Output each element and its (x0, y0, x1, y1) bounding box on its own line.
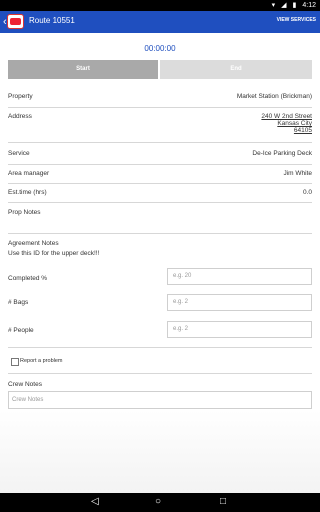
bags-input[interactable]: e.g. 2 (167, 294, 312, 311)
divider (8, 373, 312, 374)
status-bar: ▾ ◢ ▮ 4:12 (0, 0, 320, 11)
battery-icon: ▮ (292, 2, 297, 9)
prop-notes-label: Prop Notes (8, 209, 41, 216)
app-bar: ‹ Route 10551 VIEW SERVICES (0, 11, 320, 33)
back-triangle-icon[interactable]: ◁ (91, 496, 99, 508)
property-label: Property (8, 93, 33, 100)
divider (8, 202, 312, 203)
property-value: Market Station (Brickman) (236, 93, 312, 100)
est-time-value: 0.0 (302, 189, 312, 196)
start-end-controls: Start End (8, 60, 312, 79)
recents-square-icon[interactable]: □ (220, 496, 226, 508)
signal-icon: ◢ (281, 2, 287, 9)
completed-label: Completed % (8, 275, 48, 282)
area-manager-label: Area manager (8, 170, 50, 177)
content-background (0, 410, 320, 493)
view-services-button[interactable]: VIEW SERVICES (277, 17, 316, 23)
divider (8, 142, 312, 143)
divider (8, 347, 312, 348)
system-nav-bar: ◁ ○ □ (0, 493, 320, 512)
crew-notes-label: Crew Notes (8, 381, 42, 388)
status-time: 4:12 (302, 1, 316, 9)
agreement-notes-value: Use this ID for the upper deck!!! (8, 250, 100, 257)
service-label: Service (8, 150, 30, 157)
est-time-label: Est.time (hrs) (8, 189, 47, 196)
divider (8, 233, 312, 234)
bags-label: # Bags (8, 299, 29, 306)
wifi-icon: ▾ (271, 2, 276, 9)
divider (8, 107, 312, 108)
app-logo (7, 14, 24, 29)
address-link[interactable]: 240 W 2nd Street Kansas City 64105 (261, 113, 312, 134)
address-line-2: Kansas City (277, 120, 312, 127)
page-title: Route 10551 (29, 16, 75, 25)
divider (8, 183, 312, 184)
address-label: Address (8, 113, 32, 120)
agreement-notes-label: Agreement Notes (8, 240, 59, 247)
service-value: De-Ice Parking Deck (252, 150, 312, 157)
start-button[interactable]: Start (8, 60, 158, 79)
address-line-1: 240 W 2nd Street (261, 113, 312, 120)
divider (8, 164, 312, 165)
home-circle-icon[interactable]: ○ (155, 496, 161, 508)
report-problem-checkbox[interactable] (11, 358, 19, 366)
completed-percent-input[interactable]: e.g. 20 (167, 268, 312, 285)
people-input[interactable]: e.g. 2 (167, 321, 312, 338)
end-button[interactable]: End (160, 60, 312, 79)
status-icons: ▾ ◢ ▮ 4:12 (271, 1, 316, 10)
crew-notes-input[interactable]: Crew Notes (8, 391, 312, 409)
report-problem-label: Report a problem (20, 358, 63, 364)
people-label: # People (8, 327, 34, 334)
address-line-3: 64105 (293, 127, 312, 134)
area-manager-value: Jim White (283, 170, 312, 177)
timer-display: 00:00:00 (144, 44, 176, 53)
address-row: Address 240 W 2nd Street Kansas City 641… (8, 113, 312, 141)
